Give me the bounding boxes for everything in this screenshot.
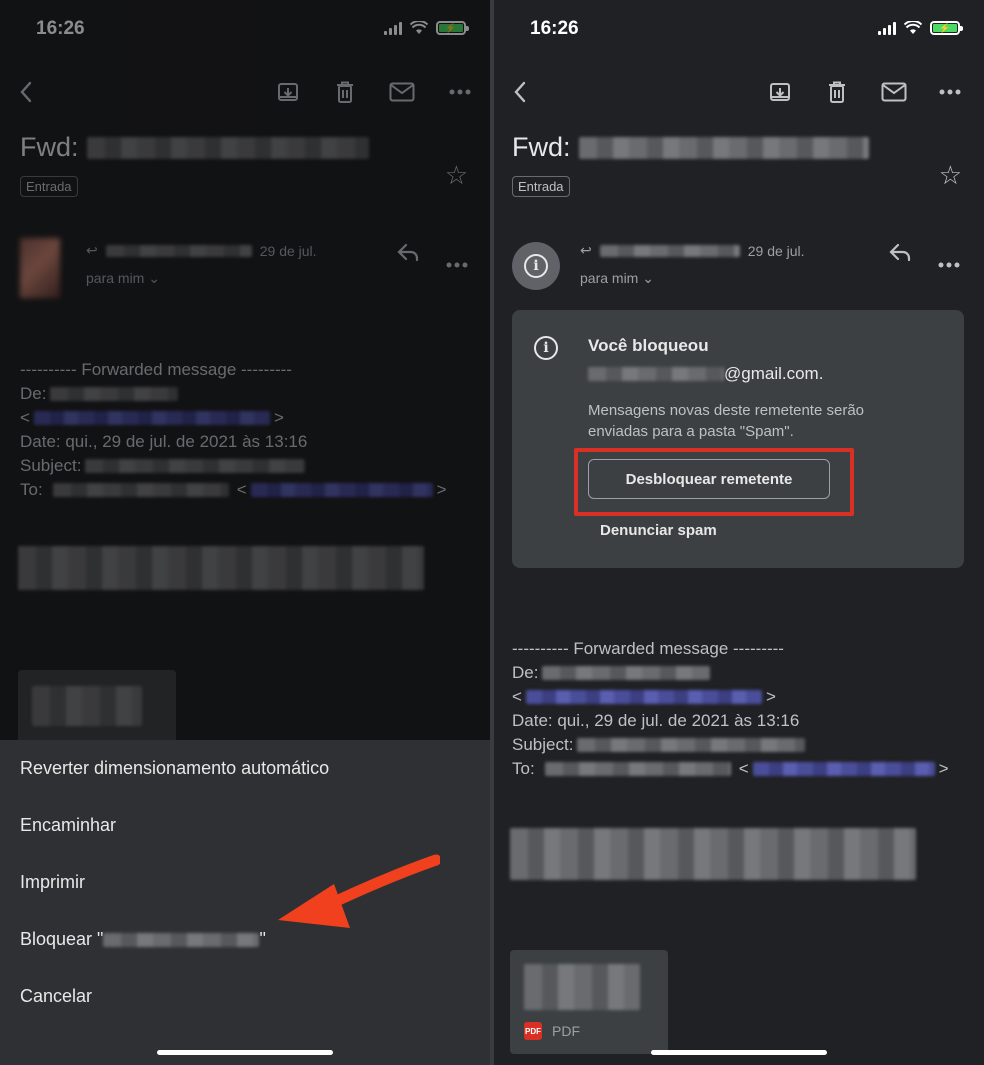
toolbar	[494, 72, 984, 112]
reply-icon[interactable]	[888, 242, 912, 268]
battery-icon: ⚡	[930, 21, 963, 35]
subject-line: Subject:	[512, 733, 949, 757]
forwarded-block: ---------- Forwarded message --------- D…	[512, 637, 949, 781]
to-line: To: < >	[512, 759, 949, 778]
unblock-sender-button[interactable]: Desbloquear remetente	[588, 459, 830, 499]
home-indicator[interactable]	[157, 1050, 333, 1055]
forwarded-header: ---------- Forwarded message ---------	[512, 639, 784, 658]
blocked-message: Mensagens novas deste remetente serão en…	[588, 402, 864, 440]
from-email-line: < >	[512, 687, 776, 706]
menu-item-revert-autosize[interactable]: Reverter dimensionamento automático	[20, 758, 329, 779]
status-time: 16:26	[530, 18, 579, 39]
menu-item-cancel[interactable]: Cancelar	[20, 986, 92, 1007]
body-redacted	[510, 828, 916, 880]
to-redacted	[544, 762, 731, 776]
blocked-sender-card: i Você bloqueou @gmail.com. Mensagens no…	[512, 310, 964, 568]
block-sender-redacted	[103, 932, 260, 947]
menu-item-print[interactable]: Imprimir	[20, 872, 85, 893]
reply-small-icon: ↩	[580, 242, 592, 258]
message-more-icon[interactable]	[938, 248, 960, 274]
from-line: De:	[512, 661, 949, 685]
signal-icon	[878, 21, 896, 35]
label-chip[interactable]: Entrada	[512, 176, 570, 197]
more-icon[interactable]	[936, 78, 964, 106]
email-date: 29 de jul.	[747, 242, 805, 259]
sender-line[interactable]: ↩ 29 de jul.	[580, 242, 805, 259]
left-screen: 16:26 ⚡ Fwd: Entrada ☆ ↩ 29 de jul. para…	[0, 0, 490, 1065]
attachment-redacted	[524, 964, 640, 1010]
dim-overlay	[0, 0, 490, 740]
to-email-link[interactable]	[752, 762, 935, 776]
attachment-type: PDF PDF	[524, 1022, 580, 1040]
info-icon: i	[534, 336, 558, 360]
attachment-thumbnail[interactable]: PDF PDF	[510, 950, 668, 1054]
red-arrow-annotation	[278, 854, 440, 928]
report-spam-button[interactable]: Denunciar spam	[600, 522, 717, 539]
blocked-email-redacted	[588, 367, 724, 381]
star-icon[interactable]: ☆	[939, 160, 962, 191]
trash-icon[interactable]	[823, 78, 851, 106]
email-subject: Fwd:	[512, 132, 869, 163]
home-indicator[interactable]	[651, 1050, 827, 1055]
subject-line-redacted	[577, 738, 806, 752]
from-email-link[interactable]	[525, 690, 762, 704]
right-screen: 16:26 ⚡ Fwd: Entrada ☆ i ↩ 29 de jul. pa…	[494, 0, 984, 1065]
menu-item-forward[interactable]: Encaminhar	[20, 815, 116, 836]
date-line: Date: qui., 29 de jul. de 2021 às 13:16	[512, 711, 800, 730]
blocked-email: @gmail.com.	[588, 364, 823, 384]
to-me-toggle[interactable]: para mim ⌄	[580, 270, 654, 287]
sender-redacted	[599, 244, 740, 257]
info-icon: i	[524, 254, 548, 278]
back-icon[interactable]	[506, 78, 534, 106]
wifi-icon	[904, 21, 922, 34]
pdf-icon: PDF	[524, 1022, 542, 1040]
mail-icon[interactable]	[880, 78, 908, 106]
subject-prefix: Fwd:	[512, 132, 571, 162]
sender-avatar[interactable]: i	[512, 242, 560, 290]
sender-row: i ↩ 29 de jul. para mim ⌄	[494, 232, 984, 302]
status-icons: ⚡	[878, 21, 963, 35]
archive-icon[interactable]	[766, 78, 794, 106]
from-redacted	[542, 666, 711, 680]
subject-redacted	[578, 136, 869, 159]
menu-item-block[interactable]: Bloquear " "	[20, 929, 266, 950]
block-label: Bloquear "	[20, 929, 104, 949]
block-suffix: "	[259, 929, 266, 949]
blocked-title: Você bloqueou	[588, 336, 709, 355]
